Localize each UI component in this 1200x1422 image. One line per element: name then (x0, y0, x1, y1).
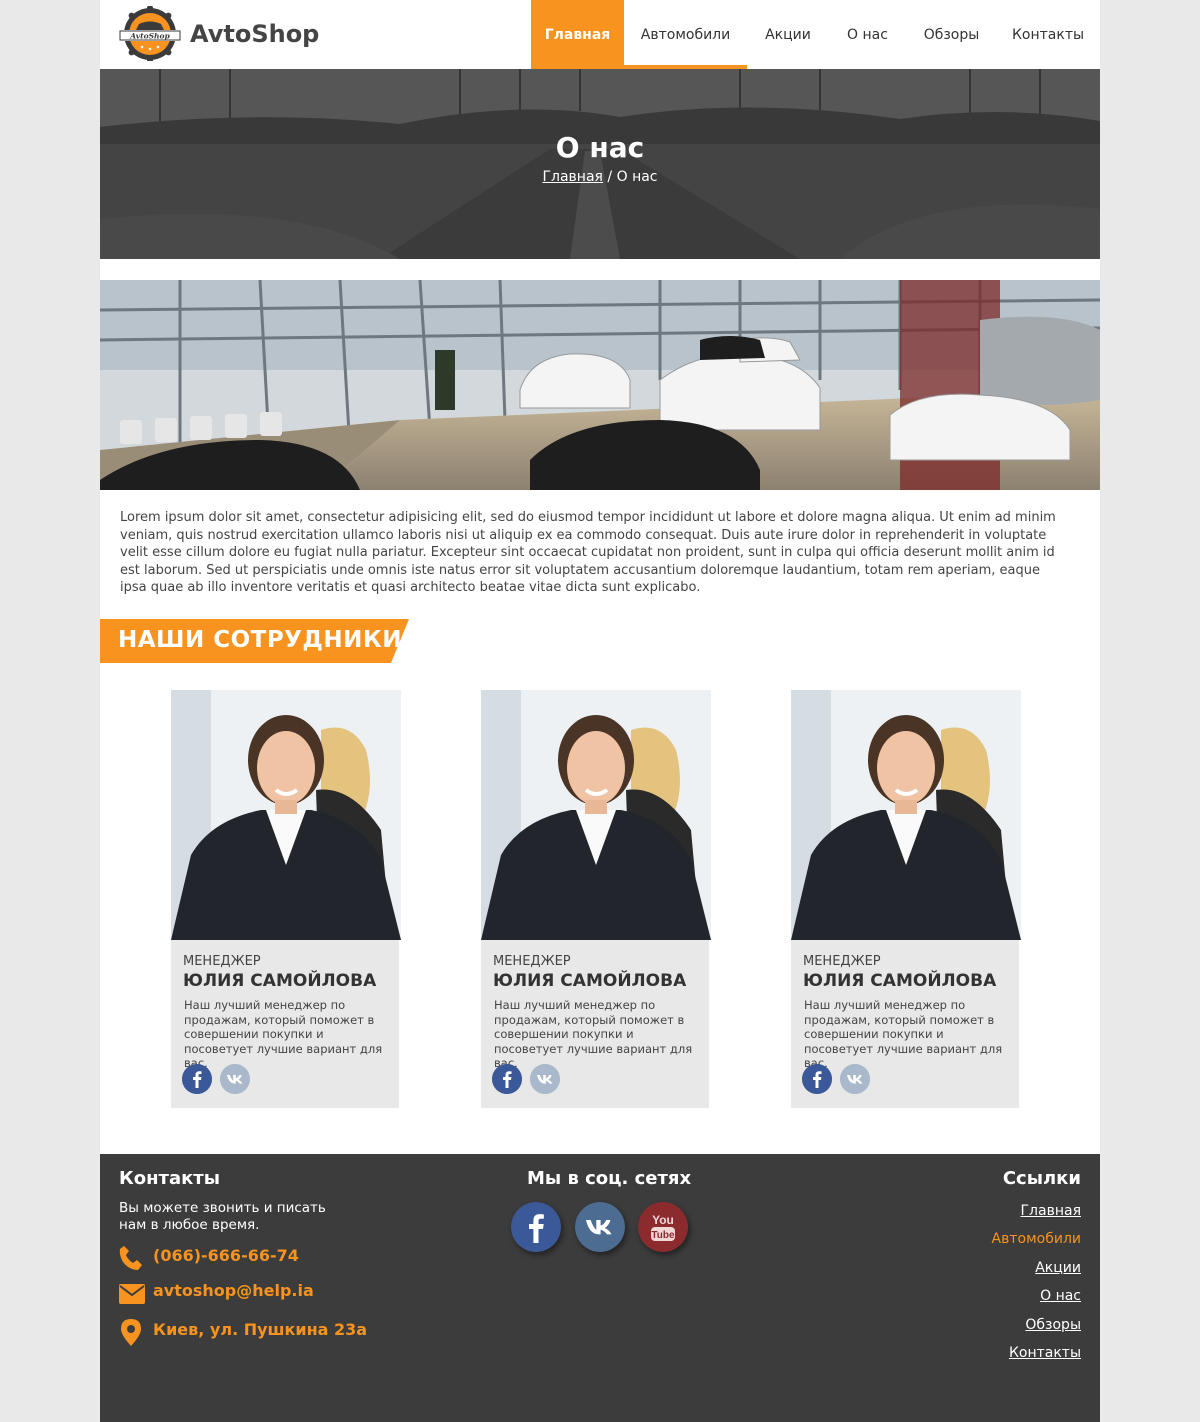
nav-item-reviews[interactable]: Обзоры (906, 0, 997, 69)
footer-social-title: Мы в соц. сетях (527, 1168, 692, 1189)
footer-link-cars[interactable]: Автомобили (992, 1225, 1081, 1253)
site-footer: Контакты Вы можете звонить и писать нам … (100, 1154, 1100, 1422)
staff-role: МЕНЕДЖЕР (493, 954, 571, 969)
page: AvtoShop AvtoShop Главная Автомобили Акц… (100, 0, 1100, 1422)
footer-contacts-title: Контакты (119, 1168, 221, 1189)
logo-badge-text: AvtoShop (129, 32, 170, 41)
staff-info: МЕНЕДЖЕР ЮЛИЯ САМОЙЛОВА Наш лучший менед… (791, 940, 1019, 1108)
staff-description: Наш лучший менеджер по продажам, который… (804, 998, 1003, 1070)
site-header: AvtoShop AvtoShop Главная Автомобили Акц… (100, 0, 1100, 69)
staff-card: МЕНЕДЖЕР ЮЛИЯ САМОЙЛОВА Наш лучший менед… (481, 690, 711, 1108)
nav-item-promotions[interactable]: Акции (747, 0, 829, 69)
nav-item-contacts[interactable]: Контакты (997, 0, 1099, 69)
footer-link-contacts[interactable]: Контакты (992, 1339, 1081, 1367)
facebook-icon[interactable] (802, 1064, 832, 1094)
footer-link-promotions[interactable]: Акции (992, 1254, 1081, 1282)
staff-role: МЕНЕДЖЕР (183, 954, 261, 969)
youtube-icon[interactable]: You Tube (638, 1202, 688, 1252)
footer-contacts-text: Вы можете звонить и писать нам в любое в… (119, 1200, 326, 1233)
facebook-icon[interactable] (511, 1202, 561, 1252)
breadcrumb-separator: / (602, 169, 617, 185)
staff-info: МЕНЕДЖЕР ЮЛИЯ САМОЙЛОВА Наш лучший менед… (171, 940, 399, 1108)
hero-road-image (100, 69, 1100, 259)
staff-description: Наш лучший менеджер по продажам, который… (184, 998, 383, 1070)
vk-icon[interactable] (530, 1064, 560, 1094)
nav-item-home[interactable]: Главная (531, 0, 624, 69)
vk-icon[interactable] (840, 1064, 870, 1094)
footer-link-reviews[interactable]: Обзоры (992, 1311, 1081, 1339)
page-title: О нас (555, 131, 645, 164)
phone-icon (119, 1246, 142, 1270)
footer-links: Главная Автомобили Акции О нас Обзоры Ко… (992, 1197, 1081, 1367)
staff-description: Наш лучший менеджер по продажам, который… (494, 998, 693, 1070)
svg-text:You: You (652, 1213, 674, 1227)
about-text: Lorem ipsum dolor sit amet, consectetur … (120, 510, 1056, 595)
breadcrumb-home-link[interactable]: Главная (542, 169, 602, 185)
staff-name: ЮЛИЯ САМОЙЛОВА (493, 971, 687, 991)
footer-links-title: Ссылки (1002, 1168, 1081, 1189)
brand-name[interactable]: AvtoShop (190, 20, 319, 48)
vk-icon[interactable] (220, 1064, 250, 1094)
staff-role: МЕНЕДЖЕР (803, 954, 881, 969)
footer-link-about[interactable]: О нас (992, 1282, 1081, 1310)
footer-phone[interactable]: (066)-666-66-74 (153, 1246, 299, 1265)
nav-item-about[interactable]: О нас (829, 0, 906, 69)
main-nav: Главная Автомобили Акции О нас Обзоры Ко… (531, 0, 1099, 69)
staff-name: ЮЛИЯ САМОЙЛОВА (803, 971, 997, 991)
facebook-icon[interactable] (182, 1064, 212, 1094)
footer-email[interactable]: avtoshop@help.ia (153, 1281, 314, 1300)
staff-photo (791, 690, 1021, 940)
staff-info: МЕНЕДЖЕР ЮЛИЯ САМОЙЛОВА Наш лучший менед… (481, 940, 709, 1108)
breadcrumb: Главная / О нас (100, 169, 1100, 185)
svg-text:Tube: Tube (651, 1230, 675, 1241)
footer-address: Киев, ул. Пушкина 23а (153, 1320, 368, 1339)
staff-photo (171, 690, 401, 940)
nav-item-cars[interactable]: Автомобили (624, 0, 747, 69)
showroom-image (100, 280, 1100, 490)
staff-section-banner: НАШИ СОТРУДНИКИ (100, 619, 409, 663)
mail-icon (119, 1284, 145, 1304)
staff-heading: НАШИ СОТРУДНИКИ (118, 627, 402, 653)
staff-card: МЕНЕДЖЕР ЮЛИЯ САМОЙЛОВА Наш лучший менед… (791, 690, 1021, 1108)
hero-banner: О нас Главная / О нас (100, 69, 1100, 259)
staff-photo (481, 690, 711, 940)
footer-link-home[interactable]: Главная (992, 1197, 1081, 1225)
staff-name: ЮЛИЯ САМОЙЛОВА (183, 971, 377, 991)
facebook-icon[interactable] (492, 1064, 522, 1094)
location-pin-icon (121, 1319, 141, 1346)
staff-card: МЕНЕДЖЕР ЮЛИЯ САМОЙЛОВА Наш лучший менед… (171, 690, 401, 1108)
logo-icon[interactable]: AvtoShop (119, 6, 181, 61)
vk-icon[interactable] (575, 1202, 625, 1252)
breadcrumb-current: О нас (616, 169, 658, 185)
